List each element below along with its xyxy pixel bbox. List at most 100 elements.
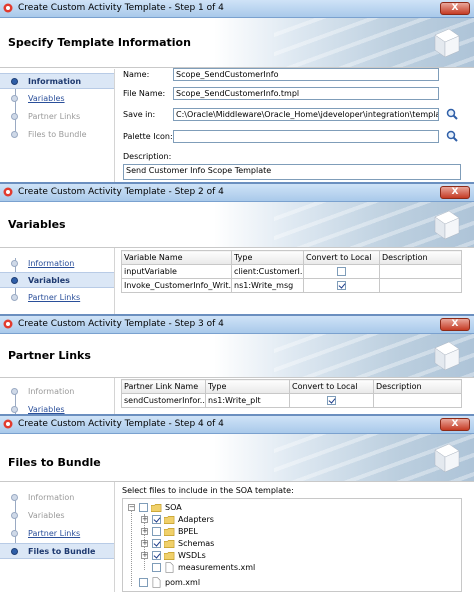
nav-item-label: Files to Bundle: [28, 547, 96, 556]
wizard-header: Files to Bundle: [0, 434, 474, 482]
convert-to-local-checkbox[interactable]: [337, 281, 346, 290]
column-header[interactable]: Partner Link Name: [121, 379, 206, 394]
folder-icon: [164, 539, 175, 549]
close-button[interactable]: X: [440, 318, 470, 331]
table-header-row: Partner Link Name Type Convert to Local …: [121, 379, 462, 394]
step-indicator-icon: [11, 530, 18, 537]
expand-icon[interactable]: +: [141, 528, 148, 535]
convert-cell: [289, 393, 374, 408]
file-icon: [165, 562, 174, 573]
table-row[interactable]: Invoke_CustomerInfo_Writ... ns1:Write_ms…: [121, 278, 462, 293]
folder-icon: [151, 503, 162, 513]
tree-checkbox[interactable]: [152, 515, 161, 524]
tree-node-label: measurements.xml: [178, 563, 256, 572]
description-label: Description:: [123, 152, 172, 161]
name-field[interactable]: Scope_SendCustomerInfo: [173, 68, 439, 81]
tree-checkbox[interactable]: [152, 539, 161, 548]
tree-node-label: Schemas: [178, 539, 215, 548]
title-bar[interactable]: Create Custom Activity Template - Step 3…: [0, 316, 474, 334]
column-header[interactable]: Variable Name: [121, 250, 232, 265]
step-indicator-icon: [11, 494, 18, 501]
cube-icon: [432, 339, 462, 373]
collapse-icon[interactable]: −: [128, 504, 135, 511]
description-cell[interactable]: [379, 278, 462, 293]
nav-item-variables[interactable]: Variables: [0, 402, 114, 414]
nav-item-label: Information: [28, 259, 75, 268]
app-icon: [3, 3, 13, 13]
title-bar[interactable]: Create Custom Activity Template - Step 1…: [0, 0, 474, 18]
nav-item-partner-links[interactable]: Partner Links: [0, 290, 114, 306]
nav-item-label: Information: [28, 493, 75, 502]
browse-icon[interactable]: [446, 130, 458, 142]
nav-item-variables[interactable]: Variables: [0, 91, 114, 107]
tree-node-label: SOA: [165, 503, 182, 512]
convert-to-local-checkbox[interactable]: [337, 267, 346, 276]
nav-item-label: Variables: [28, 511, 65, 520]
app-icon: [3, 187, 13, 197]
expand-icon[interactable]: +: [141, 540, 148, 547]
palette-icon-field[interactable]: [173, 130, 439, 143]
step-indicator-icon: [11, 78, 18, 85]
column-header[interactable]: Type: [205, 379, 290, 394]
title-bar[interactable]: Create Custom Activity Template - Step 2…: [0, 184, 474, 202]
wizard-header: Partner Links: [0, 334, 474, 378]
nav-item-information[interactable]: Information: [0, 256, 114, 272]
nav-item-partner-links[interactable]: Partner Links: [0, 526, 114, 542]
tree-node-label: pom.xml: [165, 578, 201, 587]
nav-item-variables[interactable]: Variables: [0, 272, 114, 288]
step-indicator-icon: [11, 294, 18, 301]
column-header[interactable]: Convert to Local: [303, 250, 380, 265]
dialog-step-1: Create Custom Activity Template - Step 1…: [0, 0, 474, 183]
step-indicator-icon: [11, 131, 18, 138]
description-cell[interactable]: [373, 393, 462, 408]
browse-icon[interactable]: [446, 108, 458, 120]
column-header[interactable]: Description: [379, 250, 462, 265]
variable-name-cell: inputVariable: [121, 264, 232, 279]
wizard-nav: Information Variables: [0, 378, 115, 414]
step-indicator-icon: [11, 113, 18, 120]
folder-icon: [164, 551, 175, 561]
expand-icon[interactable]: +: [141, 552, 148, 559]
page-title: Partner Links: [8, 349, 91, 362]
nav-item-files-to-bundle[interactable]: Files to Bundle: [0, 543, 114, 559]
convert-cell: [303, 278, 380, 293]
palette-icon-label: Palette Icon:: [123, 132, 173, 141]
table-row[interactable]: sendCustomerInfor... ns1:Write_plt: [121, 393, 462, 408]
tree-checkbox[interactable]: [139, 578, 148, 587]
column-header[interactable]: Description: [373, 379, 462, 394]
tree-checkbox[interactable]: [152, 527, 161, 536]
tree-checkbox[interactable]: [152, 551, 161, 560]
file-tree: − SOA + Adapters + BPEL + Schemas + WSDL…: [122, 498, 462, 592]
convert-cell: [303, 264, 380, 279]
app-icon: [3, 319, 13, 329]
nav-item-information: Information: [0, 490, 114, 506]
tree-checkbox[interactable]: [139, 503, 148, 512]
expand-icon[interactable]: +: [141, 516, 148, 523]
wizard-nav: Information Variables Partner Links File…: [0, 69, 115, 183]
tree-checkbox[interactable]: [152, 563, 161, 572]
tree-node-label: BPEL: [178, 527, 198, 536]
dialog-step-4: Create Custom Activity Template - Step 4…: [0, 416, 474, 592]
page-title: Files to Bundle: [8, 456, 101, 469]
nav-item-information[interactable]: Information: [0, 73, 114, 89]
save-in-field[interactable]: C:\Oracle\Middleware\Oracle_Home\jdevelo…: [173, 108, 439, 121]
convert-to-local-checkbox[interactable]: [327, 396, 336, 405]
close-button[interactable]: X: [440, 418, 470, 431]
step-indicator-icon: [11, 260, 18, 267]
step-indicator-icon: [11, 95, 18, 102]
description-cell[interactable]: [379, 264, 462, 279]
description-field[interactable]: Send Customer Info Scope Template: [123, 164, 461, 180]
title-bar[interactable]: Create Custom Activity Template - Step 4…: [0, 416, 474, 434]
file-name-field[interactable]: Scope_SendCustomerInfo.tmpl: [173, 87, 439, 100]
nav-item-label: Partner Links: [28, 112, 81, 121]
partner-link-name-cell: sendCustomerInfor...: [121, 393, 206, 408]
nav-item-label: Information: [28, 77, 82, 86]
type-cell: client:CustomerI...: [231, 264, 304, 279]
nav-item-label: Partner Links: [28, 529, 81, 538]
close-button[interactable]: X: [440, 186, 470, 199]
column-header[interactable]: Convert to Local: [289, 379, 374, 394]
close-button[interactable]: X: [440, 2, 470, 15]
table-row[interactable]: inputVariable client:CustomerI...: [121, 264, 462, 279]
column-header[interactable]: Type: [231, 250, 304, 265]
nav-item-variables: Variables: [0, 508, 114, 524]
